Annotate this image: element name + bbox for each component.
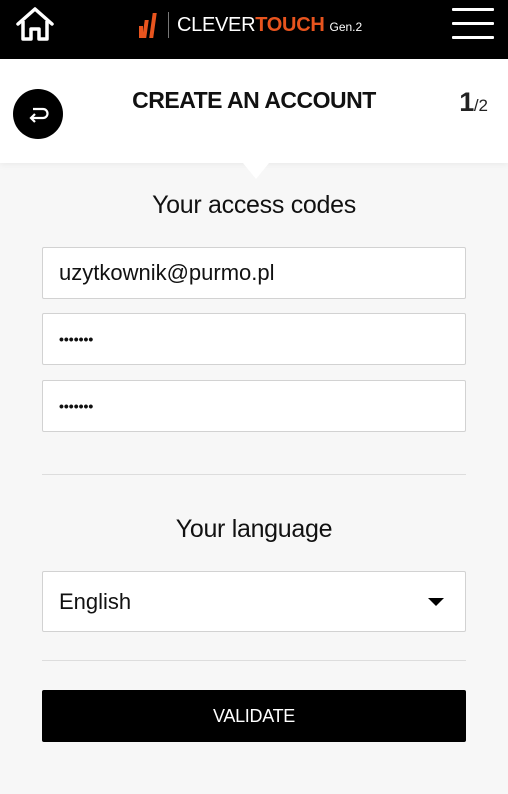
confirm-password-value: ••••••• — [59, 398, 94, 414]
confirm-password-field[interactable]: ••••••• — [42, 380, 466, 432]
language-title: Your language — [175, 515, 333, 543]
step-current: 1 — [459, 87, 474, 117]
divider — [42, 660, 466, 661]
step-indicator: 1/2 — [459, 87, 488, 118]
header-pointer — [243, 163, 269, 179]
hamburger-menu-icon[interactable] — [452, 6, 494, 40]
language-selected-value: English — [59, 588, 132, 614]
home-icon[interactable] — [15, 6, 55, 42]
page-header: CREATE AN ACCOUNT 1/2 — [0, 59, 508, 163]
validate-button[interactable]: VALIDATE — [42, 690, 466, 742]
brand-version: Gen.2 — [329, 20, 363, 34]
email-field[interactable]: uzytkownik@purmo.pl — [42, 247, 466, 299]
top-bar: CLEVERTOUCH Gen.2 — [0, 0, 508, 59]
language-select[interactable]: English — [42, 571, 466, 632]
access-codes-title: Your access codes — [152, 191, 356, 219]
brand-logo: CLEVERTOUCH Gen.2 — [138, 10, 362, 40]
brand-logo-mark — [139, 13, 157, 38]
page-title: CREATE AN ACCOUNT — [132, 87, 376, 113]
divider — [42, 474, 466, 475]
password-field[interactable]: ••••••• — [42, 313, 466, 365]
email-value: uzytkownik@purmo.pl — [59, 260, 275, 285]
step-total: /2 — [473, 96, 488, 115]
password-value: ••••••• — [59, 331, 94, 347]
logo-separator — [168, 12, 169, 38]
brand-name: CLEVERTOUCH — [177, 13, 325, 36]
chevron-down-icon — [428, 598, 444, 606]
